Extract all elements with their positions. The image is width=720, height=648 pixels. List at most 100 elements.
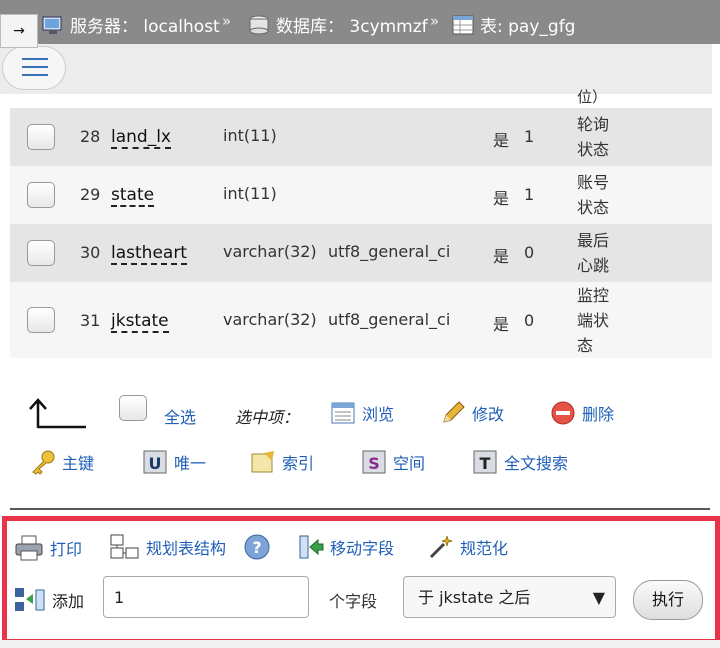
divider [10, 508, 710, 510]
field-type: varchar(32) [223, 242, 317, 261]
index-button[interactable]: 索引 [250, 449, 314, 475]
table-label[interactable]: 表: pay_gfg [480, 12, 575, 37]
server-icon [42, 16, 62, 34]
field-null: 是 [493, 131, 510, 150]
comment-line: 监控 [577, 286, 610, 305]
field-comment: 监控 端状 态 [577, 283, 617, 358]
partial-comment: 位） [577, 88, 608, 106]
column-position-select[interactable]: 于 jkstate 之后 ▼ [403, 576, 616, 618]
print-label[interactable]: 打印 [50, 536, 82, 560]
menu-icon-line [22, 66, 48, 68]
menu-icon-line [22, 74, 48, 76]
with-selected-text: 选中项： [235, 408, 300, 427]
chevron-down-icon: ▼ [592, 588, 605, 607]
field-name-link[interactable]: jkstate [111, 311, 169, 333]
select-all-link[interactable]: 全选 [164, 404, 196, 428]
index-label[interactable]: 索引 [282, 450, 314, 474]
row-checkbox[interactable] [27, 124, 55, 150]
fulltext-icon: T [473, 450, 497, 474]
comment-line: 最后 [577, 231, 610, 250]
add-column-icon [15, 588, 45, 611]
move-columns-button[interactable]: 移动字段 [298, 534, 394, 560]
field-type: int(11) [223, 184, 277, 203]
field-name-link[interactable]: land_lx [111, 127, 171, 149]
delete-icon [551, 401, 575, 425]
columns-unit-label: 个字段 [329, 592, 378, 611]
column-position-value: 于 jkstate 之后 [418, 588, 531, 607]
magic-wand-icon [429, 535, 453, 559]
row-checkbox[interactable] [27, 240, 55, 266]
unique-label[interactable]: 唯一 [174, 450, 206, 474]
spatial-button[interactable]: S 空间 [361, 449, 425, 475]
collapse-arrow-button[interactable]: → [0, 14, 38, 48]
propose-structure-icon [110, 534, 139, 559]
row-checkbox[interactable] [27, 307, 55, 333]
drop-button[interactable]: 删除 [550, 400, 614, 426]
comment-line: 端状 [577, 311, 610, 330]
field-comment: 账号 状态 [577, 170, 617, 220]
row-checkbox[interactable] [27, 182, 55, 208]
browse-icon [331, 402, 355, 424]
field-default: 1 [524, 127, 535, 146]
normalize-button[interactable]: 规范化 [428, 534, 508, 560]
spatial-label[interactable]: 空间 [393, 450, 425, 474]
row-number: 30 [80, 243, 101, 262]
menu-icon [22, 58, 48, 60]
comment-line: 状态 [577, 198, 610, 217]
field-type: int(11) [223, 126, 277, 145]
move-columns-icon [299, 535, 324, 559]
field-name-link[interactable]: state [111, 185, 155, 207]
print-button[interactable]: 打印 [14, 534, 82, 562]
pencil-icon [443, 401, 465, 423]
table-row: 31 jkstate varchar(32) utf8_general_ci 是… [10, 282, 712, 358]
bottom-strip [0, 640, 720, 648]
breadcrumb-server[interactable]: 服务器： localhost [42, 12, 220, 37]
svg-text:T: T [480, 454, 491, 473]
add-columns-label-group: 添加 [14, 586, 84, 614]
table-icon [452, 15, 474, 34]
comment-line: 心跳 [577, 256, 610, 275]
change-label[interactable]: 修改 [472, 401, 504, 425]
move-columns-label[interactable]: 移动字段 [330, 535, 394, 559]
select-all-label[interactable]: 全选 [164, 404, 196, 428]
normalize-label[interactable]: 规范化 [460, 535, 508, 559]
go-button[interactable]: 执行 [633, 580, 703, 620]
database-label[interactable]: 数据库： 3cymmzf [276, 12, 428, 37]
field-name-link[interactable]: lastheart [111, 243, 187, 265]
primary-key-label[interactable]: 主键 [62, 450, 94, 474]
breadcrumb-table[interactable]: 表: pay_gfg [452, 12, 575, 37]
breadcrumb: 服务器： localhost » 数据库： 3cymmzf » 表: pay_g… [0, 0, 720, 44]
change-button[interactable]: 修改 [440, 400, 504, 426]
primary-key-button[interactable]: 主键 [30, 449, 94, 475]
key-icon [32, 450, 55, 475]
drop-label[interactable]: 删除 [582, 401, 614, 425]
menu-button[interactable] [2, 46, 66, 90]
propose-structure-button[interactable]: 规划表结构 [110, 534, 226, 560]
fulltext-label[interactable]: 全文搜索 [504, 450, 568, 474]
select-all-checkbox[interactable] [119, 395, 147, 421]
svg-text:U: U [149, 454, 162, 473]
column-count-input[interactable]: 1 [103, 576, 309, 618]
unique-button[interactable]: U 唯一 [142, 449, 206, 475]
breadcrumb-separator: » [430, 12, 440, 30]
field-default: 0 [524, 311, 535, 330]
browse-button[interactable]: 浏览 [330, 400, 394, 426]
field-default: 1 [524, 185, 535, 204]
breadcrumb-separator: » [222, 12, 232, 30]
field-null: 是 [493, 189, 510, 208]
help-icon[interactable]: ? [243, 533, 271, 561]
row-number: 29 [80, 185, 101, 204]
comment-line: 账号 [577, 173, 610, 192]
breadcrumb-database[interactable]: 数据库： 3cymmzf [248, 12, 428, 37]
server-label[interactable]: 服务器： localhost [70, 12, 220, 37]
browse-label[interactable]: 浏览 [362, 401, 394, 425]
field-comment: 最后 心跳 [577, 228, 617, 278]
table-row: 29 state int(11) 是 1 账号 状态 [10, 166, 712, 224]
field-null: 是 [493, 247, 510, 266]
field-comment: 轮询 状态 [577, 112, 617, 162]
propose-structure-label[interactable]: 规划表结构 [146, 535, 226, 559]
row-number: 28 [80, 127, 101, 146]
fulltext-button[interactable]: T 全文搜索 [472, 449, 568, 475]
comment-line: 状态 [577, 140, 610, 159]
printer-icon [15, 535, 43, 561]
